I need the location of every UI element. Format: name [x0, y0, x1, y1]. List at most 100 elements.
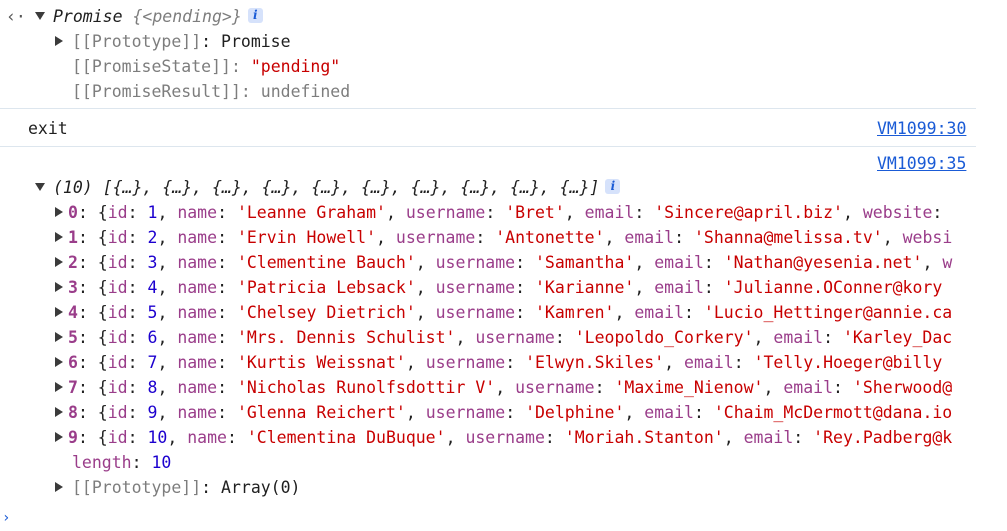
id-value: 2 — [147, 228, 158, 247]
name-key: name — [177, 253, 218, 272]
row-tail: , websi — [882, 228, 953, 247]
id-value: 3 — [147, 253, 158, 272]
id-key: id — [107, 328, 128, 347]
email-value: 'Lucio_Hettinger@annie.ca — [703, 303, 953, 322]
username-key: username — [515, 378, 595, 397]
expand-triangle-icon[interactable] — [34, 4, 46, 29]
username-key: username — [435, 303, 516, 322]
expand-triangle-icon[interactable] — [53, 225, 65, 250]
promise-state-row: [[PromiseState]]: "pending" — [72, 57, 341, 76]
array-row[interactable]: 8: {id: 9, name: 'Glenna Reichert', user… — [68, 400, 983, 425]
expand-triangle-icon[interactable] — [53, 300, 65, 325]
name-value: 'Clementina DuBuque' — [246, 428, 446, 447]
array-summary[interactable]: (10) [{…}, {…}, {…}, {…}, {…}, {…}, {…},… — [53, 175, 621, 200]
source-link[interactable]: VM1099:35 — [877, 151, 966, 176]
id-key: id — [107, 203, 128, 222]
info-icon[interactable]: i — [605, 179, 621, 194]
expand-triangle-icon[interactable] — [53, 350, 65, 375]
source-link[interactable]: VM1099:30 — [877, 116, 966, 141]
array-row[interactable]: 9: {id: 10, name: 'Clementina DuBuque', … — [68, 425, 983, 450]
name-key: name — [177, 353, 218, 372]
array-row[interactable]: 3: {id: 4, name: 'Patricia Lebsack', use… — [68, 275, 983, 300]
username-value: 'Samantha' — [534, 253, 635, 272]
expand-triangle-icon[interactable] — [53, 475, 65, 500]
id-value: 8 — [147, 378, 158, 397]
array-row[interactable]: 0: {id: 1, name: 'Leanne Graham', userna… — [68, 200, 983, 225]
name-key: name — [177, 228, 218, 247]
email-key: email — [654, 253, 704, 272]
prototype-value: Array(0) — [221, 478, 301, 497]
email-key: email — [684, 353, 734, 372]
array-prototype-row[interactable]: [[Prototype]]: Array(0) — [72, 475, 301, 500]
id-value: 1 — [147, 203, 158, 222]
console-prompt-icon[interactable]: › — [2, 506, 10, 531]
row-tail: , website: — [842, 203, 953, 222]
id-key: id — [107, 378, 128, 397]
expand-triangle-icon[interactable] — [53, 325, 65, 350]
username-value: 'Karianne' — [534, 278, 635, 297]
id-value: 4 — [147, 278, 158, 297]
username-key: username — [395, 228, 476, 247]
array-row[interactable]: 5: {id: 6, name: 'Mrs. Dennis Schulist',… — [68, 325, 983, 350]
row-index: 1 — [68, 228, 78, 247]
username-key: username — [435, 278, 516, 297]
row-index: 8 — [68, 403, 78, 422]
email-value: 'Karley_Dac — [842, 328, 953, 347]
email-key: email — [654, 278, 704, 297]
expand-triangle-icon[interactable] — [53, 29, 65, 54]
name-value: 'Glenna Reichert' — [236, 403, 406, 422]
prototype-key: [[Prototype]] — [72, 32, 202, 51]
name-value: 'Patricia Lebsack' — [236, 278, 416, 297]
id-value: 10 — [147, 428, 168, 447]
array-row[interactable]: 4: {id: 5, name: 'Chelsey Dietrich', use… — [68, 300, 983, 325]
promise-header[interactable]: Promise {<pending>} i — [53, 4, 263, 29]
array-row[interactable]: 2: {id: 3, name: 'Clementine Bauch', use… — [68, 250, 983, 275]
expand-triangle-icon[interactable] — [53, 275, 65, 300]
id-value: 7 — [147, 353, 158, 372]
promise-result-value: undefined — [260, 82, 351, 101]
username-key: username — [475, 328, 555, 347]
email-value: 'Sherwood@ — [852, 378, 953, 397]
array-row[interactable]: 1: {id: 2, name: 'Ervin Howell', usernam… — [68, 225, 983, 250]
username-value: 'Moriah.Stanton' — [564, 428, 724, 447]
email-value: 'Sincere@april.biz' — [654, 203, 843, 222]
name-key: name — [177, 378, 218, 397]
name-key: name — [177, 328, 218, 347]
result-arrow-icon: ‹· — [6, 7, 26, 26]
log-message-exit: exit — [28, 119, 68, 138]
expand-triangle-icon[interactable] — [53, 400, 65, 425]
promise-prototype-row[interactable]: [[Prototype]]: Promise — [72, 29, 291, 54]
email-key: email — [743, 428, 794, 447]
name-value: 'Mrs. Dennis Schulist' — [236, 328, 456, 347]
expand-triangle-icon[interactable] — [53, 375, 65, 400]
name-value: 'Clementine Bauch' — [236, 253, 416, 272]
array-row[interactable]: 7: {id: 8, name: 'Nicholas Runolfsdottir… — [68, 375, 983, 400]
email-key: email — [634, 303, 685, 322]
promise-result-row: [[PromiseResult]]: undefined — [72, 82, 351, 101]
id-key: id — [107, 278, 128, 297]
prototype-key: [[Prototype]] — [72, 478, 202, 497]
promise-state-summary: {<pending>} — [132, 7, 242, 26]
info-icon[interactable]: i — [247, 8, 263, 23]
username-key: username — [425, 353, 506, 372]
expand-triangle-icon[interactable] — [53, 425, 65, 450]
id-value: 5 — [147, 303, 158, 322]
expand-triangle-icon[interactable] — [53, 250, 65, 275]
email-key: email — [624, 228, 675, 247]
username-value: 'Leopoldo_Corkery' — [574, 328, 754, 347]
row-index: 7 — [68, 378, 78, 397]
name-key: name — [177, 203, 218, 222]
expand-triangle-icon[interactable] — [53, 200, 65, 225]
expand-triangle-icon[interactable] — [34, 175, 46, 200]
length-key: length — [72, 453, 132, 472]
email-value: 'Telly.Hoeger@billy — [753, 353, 943, 372]
array-row[interactable]: 6: {id: 7, name: 'Kurtis Weissnat', user… — [68, 350, 983, 375]
id-key: id — [107, 428, 128, 447]
name-key: name — [177, 403, 218, 422]
divider — [0, 146, 976, 147]
username-value: 'Elwyn.Skiles' — [525, 353, 665, 372]
name-key: name — [177, 303, 218, 322]
row-index: 5 — [68, 328, 78, 347]
row-index: 0 — [68, 203, 78, 222]
name-value: 'Chelsey Dietrich' — [236, 303, 416, 322]
